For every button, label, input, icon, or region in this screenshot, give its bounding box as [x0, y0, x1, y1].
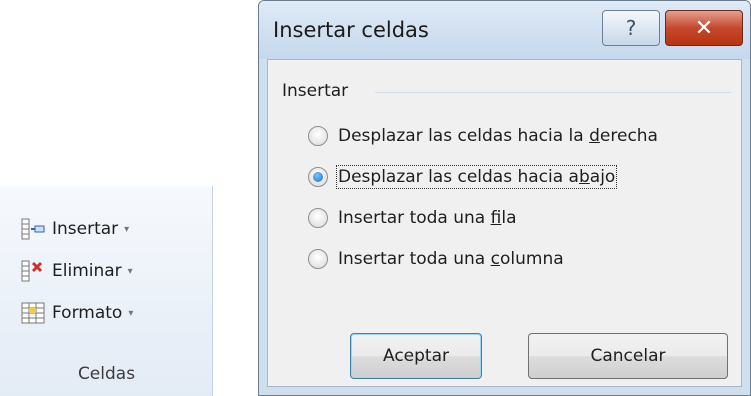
option-label: Insertar toda una columna [338, 249, 564, 269]
help-button[interactable]: ? [602, 10, 660, 46]
option-label: Desplazar las celdas hacia abajo [335, 165, 618, 189]
dialog-body: Insertar Desplazar las celdas hacia la d… [267, 59, 742, 387]
chevron-down-icon: ▾ [128, 307, 134, 319]
ok-button[interactable]: Aceptar [350, 333, 482, 379]
dialog-title: Insertar celdas [273, 18, 429, 42]
delete-cells-button[interactable]: Eliminar ▾ [20, 256, 133, 286]
option-entire-row[interactable]: Insertar toda una fila [308, 203, 516, 233]
insert-cells-icon [21, 218, 45, 240]
chevron-down-icon: ▾ [124, 223, 130, 235]
insert-cells-button[interactable]: Insertar ▾ [20, 214, 129, 244]
close-icon: ✕ [694, 15, 714, 41]
format-cells-icon [21, 302, 45, 324]
ribbon-group-label: Celdas [77, 364, 136, 384]
cancel-button[interactable]: Cancelar [528, 333, 728, 379]
group-divider [375, 92, 731, 93]
chevron-down-icon: ▾ [127, 265, 133, 277]
insert-cells-label: Insertar [52, 219, 119, 239]
option-shift-right[interactable]: Desplazar las celdas hacia la derecha [308, 121, 658, 151]
insert-cells-dialog: Insertar celdas ? ✕ Insertar Desplazar l… [258, 0, 751, 396]
dialog-titlebar[interactable]: Insertar celdas ? ✕ [259, 1, 750, 59]
close-button[interactable]: ✕ [665, 10, 743, 46]
option-entire-column[interactable]: Insertar toda una columna [308, 244, 564, 274]
delete-cells-label: Eliminar [52, 261, 122, 281]
format-cells-label: Formato [52, 303, 123, 323]
option-shift-down[interactable]: Desplazar las celdas hacia abajo [308, 162, 618, 192]
radio-entire-row[interactable] [308, 208, 328, 228]
format-cells-button[interactable]: Formato ▾ [20, 298, 133, 328]
option-label: Desplazar las celdas hacia la derecha [338, 126, 658, 146]
ribbon-group-cells: Insertar ▾ Eliminar ▾ Formato ▾ Celdas [0, 186, 213, 396]
radio-entire-column[interactable] [308, 249, 328, 269]
help-icon: ? [625, 16, 637, 40]
options-group-title: Insertar [282, 81, 349, 101]
radio-shift-down[interactable] [308, 167, 328, 187]
radio-shift-right[interactable] [308, 126, 328, 146]
delete-cells-icon [21, 260, 43, 282]
option-label: Insertar toda una fila [338, 208, 517, 228]
